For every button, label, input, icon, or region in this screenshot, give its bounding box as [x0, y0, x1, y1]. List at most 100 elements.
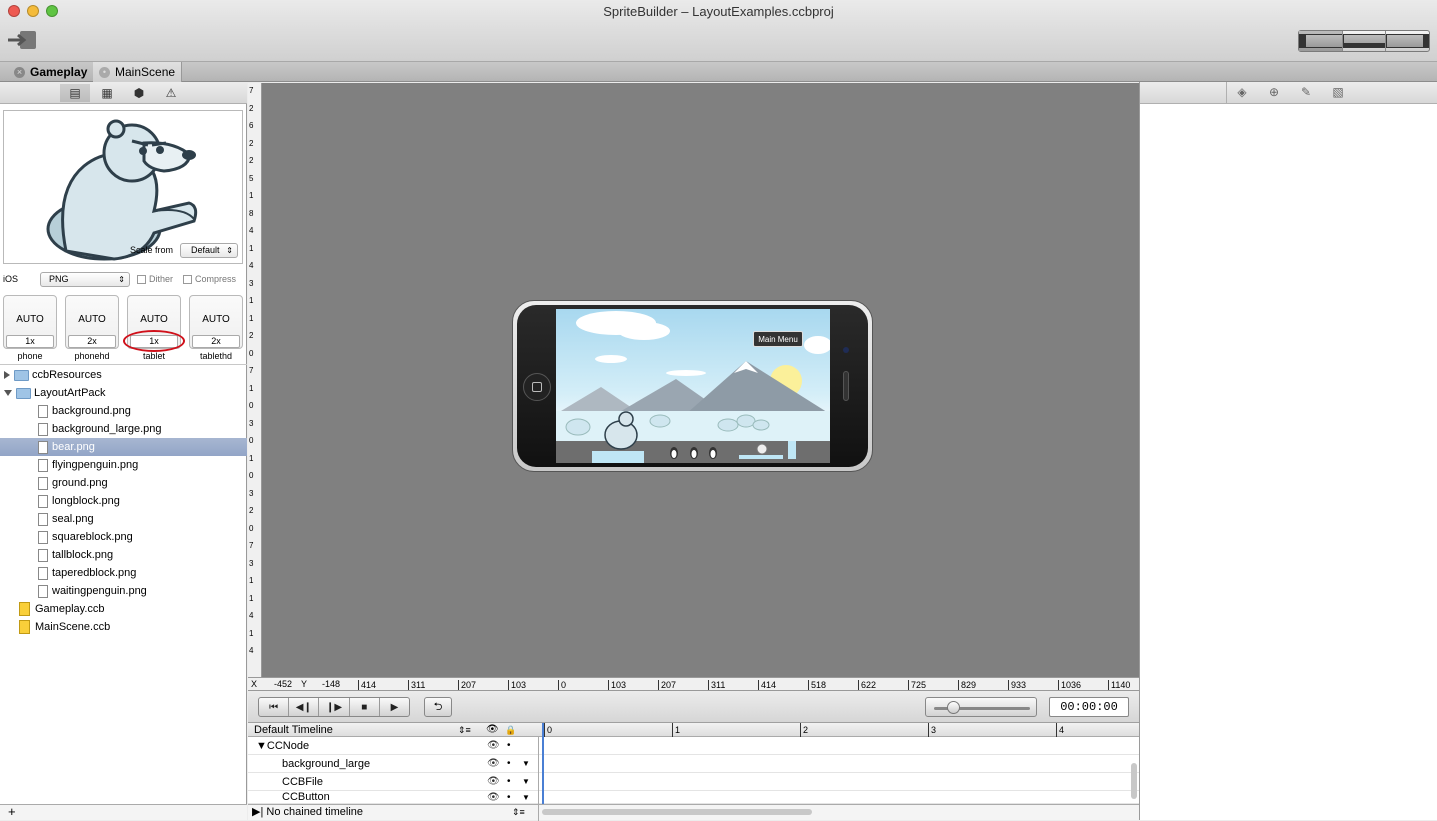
resolution-tablethd[interactable]: AUTO 2x: [189, 295, 243, 349]
rewind-to-start-icon[interactable]: ⏮: [259, 698, 290, 716]
file-item-selected[interactable]: bear.png: [0, 438, 247, 456]
file-view-icon[interactable]: ▤: [60, 84, 90, 102]
resolution-label: phone: [17, 351, 43, 361]
tab-gameplay[interactable]: × Gameplay: [8, 62, 95, 82]
chain-menu-icon[interactable]: ⇕≡: [512, 805, 525, 820]
tree-folder[interactable]: ccbResources: [0, 366, 247, 384]
templates-icon[interactable]: ▧: [1328, 85, 1348, 101]
tab-mainscene[interactable]: • MainScene: [93, 62, 183, 82]
playback-bar: ⏮ ◀❙ ❙▶ ■ ▶ ⮌ 00:00:00: [248, 691, 1139, 723]
file-item[interactable]: flyingpenguin.png: [0, 456, 247, 474]
lock-toggle[interactable]: •: [507, 773, 511, 791]
chained-timeline-select[interactable]: No chained timeline: [266, 806, 363, 818]
tree-folder[interactable]: LayoutArtPack: [0, 384, 247, 402]
expand-properties-icon[interactable]: ▼: [522, 755, 530, 773]
resolution-phone[interactable]: AUTO 1x: [3, 295, 57, 349]
code-connections-icon[interactable]: ⊕: [1264, 85, 1284, 101]
slider-knob[interactable]: [947, 701, 961, 714]
playback-controls: ⏮ ◀❙ ❙▶ ■ ▶: [258, 697, 410, 717]
timeline-playhead[interactable]: [542, 723, 544, 804]
file-item[interactable]: squareblock.png: [0, 528, 247, 546]
close-tab-icon[interactable]: ×: [14, 66, 25, 78]
timeline-ruler[interactable]: 0 1 2 3 4: [540, 723, 1139, 737]
ruler-tick-label: 207: [658, 680, 676, 690]
file-label: longblock.png: [52, 495, 120, 507]
time-mark: 1: [672, 723, 680, 737]
scale-from-select[interactable]: Default ⇕: [180, 243, 238, 258]
ccb-file-item[interactable]: MainScene.ccb: [0, 618, 247, 636]
ruler-tick-label: 103: [508, 680, 526, 690]
horizontal-scrollbar[interactable]: [542, 809, 812, 815]
file-item[interactable]: waitingpenguin.png: [0, 582, 247, 600]
stop-icon[interactable]: ■: [350, 698, 380, 716]
ruler-tick-label: 1036: [1058, 680, 1081, 690]
file-item[interactable]: background.png: [0, 402, 247, 420]
timecode-display[interactable]: 00:00:00: [1049, 697, 1129, 717]
platform-label: iOS: [3, 274, 19, 284]
timeline-menu-icon[interactable]: ⇕≡: [458, 723, 471, 737]
file-item[interactable]: seal.png: [0, 510, 247, 528]
loop-icon[interactable]: ⮌: [424, 697, 452, 717]
tile-view-icon[interactable]: ▦: [92, 84, 122, 102]
checkbox-box: [183, 275, 192, 285]
lock-toggle[interactable]: •: [507, 791, 511, 803]
image-file-icon: [38, 476, 48, 490]
timeline-row[interactable]: ▼CCNode 👁 •: [248, 737, 1139, 755]
properties-icon[interactable]: ◈: [1232, 85, 1252, 101]
timeline-row[interactable]: CCButton 👁 • ▼: [248, 791, 1139, 804]
vertical-scrollbar[interactable]: [1131, 763, 1137, 799]
compress-checkbox[interactable]: Compress: [183, 274, 236, 285]
play-icon[interactable]: ▶: [380, 698, 409, 716]
timeline-row[interactable]: CCBFile 👁 • ▼: [248, 773, 1139, 791]
add-resource-button[interactable]: +: [0, 804, 247, 820]
scale-select[interactable]: 2x: [192, 335, 240, 348]
warning-icon[interactable]: ⚠: [156, 84, 186, 102]
resolution-phonehd[interactable]: AUTO 2x: [65, 295, 119, 349]
file-item[interactable]: tallblock.png: [0, 546, 247, 564]
step-back-icon[interactable]: ◀❙: [289, 698, 320, 716]
expand-properties-icon[interactable]: ▼: [522, 773, 530, 791]
exit-icon[interactable]: [6, 29, 38, 51]
lock-toggle[interactable]: •: [507, 755, 511, 773]
eye-icon[interactable]: 👁: [487, 791, 500, 803]
physics-icon[interactable]: ✎: [1296, 85, 1316, 101]
disclosure-triangle-icon[interactable]: [4, 371, 10, 380]
ruler-tick-label: 2: [249, 138, 254, 148]
close-tab-icon[interactable]: •: [99, 66, 110, 78]
timeline-row[interactable]: background_large 👁 • ▼: [248, 755, 1139, 773]
file-label: flyingpenguin.png: [52, 459, 139, 471]
disclosure-triangle-icon[interactable]: ▼: [248, 740, 267, 752]
format-select[interactable]: PNG ⇕: [40, 272, 130, 287]
ruler-tick-label: 4: [249, 646, 254, 655]
eye-icon[interactable]: 👁: [487, 755, 500, 773]
ruler-tick-label: 1140: [1108, 680, 1130, 690]
left-panel-icon: [1299, 34, 1342, 48]
timeline-zoom-slider[interactable]: [925, 697, 1037, 717]
component-view-icon[interactable]: ⬢: [124, 84, 154, 102]
main-menu-button[interactable]: Main Menu: [753, 331, 803, 347]
step-forward-icon[interactable]: ❙▶: [319, 698, 350, 716]
disclosure-triangle-icon[interactable]: [4, 390, 12, 397]
left-panel-toggle[interactable]: [1299, 31, 1343, 51]
file-item[interactable]: background_large.png: [0, 420, 247, 438]
expand-properties-icon[interactable]: ▼: [522, 791, 530, 803]
ccb-file-item[interactable]: Gameplay.ccb: [0, 600, 247, 618]
eye-icon[interactable]: 👁: [487, 737, 500, 755]
panel-layout-control[interactable]: [1298, 30, 1430, 52]
chained-timeline-icon[interactable]: ▶|: [248, 806, 263, 818]
eye-icon[interactable]: 👁: [487, 773, 500, 791]
bottom-panel-toggle[interactable]: [1342, 31, 1387, 51]
ruler-tick-label: 7: [249, 366, 254, 375]
scale-select[interactable]: 1x: [6, 335, 54, 348]
file-item[interactable]: longblock.png: [0, 492, 247, 510]
dither-checkbox[interactable]: Dither: [137, 274, 173, 285]
file-label: waitingpenguin.png: [52, 585, 147, 597]
timeline-select[interactable]: Default Timeline: [254, 723, 333, 737]
file-label: background_large.png: [52, 423, 162, 435]
right-panel-toggle[interactable]: [1386, 31, 1430, 51]
lock-toggle[interactable]: •: [507, 737, 511, 755]
file-item[interactable]: taperedblock.png: [0, 564, 247, 582]
tab-label: MainScene: [115, 65, 176, 79]
file-item[interactable]: ground.png: [0, 474, 247, 492]
scale-select[interactable]: 2x: [68, 335, 116, 348]
